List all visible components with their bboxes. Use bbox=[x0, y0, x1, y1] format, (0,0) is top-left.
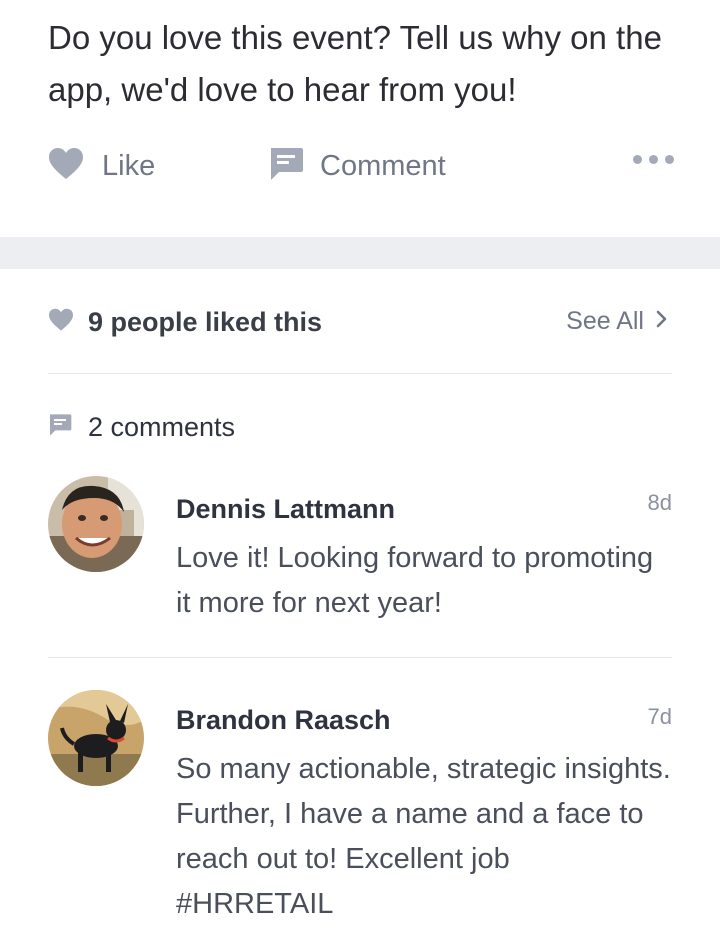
post-actions: Like Comment bbox=[48, 145, 674, 187]
comment-item: Dennis Lattmann 8d Love it! Looking forw… bbox=[48, 464, 672, 658]
more-options-icon[interactable] bbox=[633, 155, 674, 164]
avatar[interactable] bbox=[48, 690, 144, 786]
chevron-right-icon bbox=[656, 310, 668, 333]
see-all-label: See All bbox=[566, 307, 644, 335]
like-label: Like bbox=[102, 149, 156, 182]
comment-text: So many actionable, strategic insights. … bbox=[176, 753, 671, 920]
dot bbox=[649, 155, 658, 164]
comment-icon bbox=[268, 146, 304, 187]
comment-timestamp: 7d bbox=[647, 704, 672, 729]
post-card: Do you love this event? Tell us why on t… bbox=[0, 0, 720, 237]
comment-icon bbox=[48, 413, 72, 442]
comment-timestamp: 8d bbox=[647, 490, 672, 515]
likes-summary[interactable]: 9 people liked this bbox=[48, 307, 322, 338]
dot bbox=[633, 155, 642, 164]
post-text: Do you love this event? Tell us why on t… bbox=[48, 19, 662, 108]
comments-count: 2 comments bbox=[88, 412, 236, 442]
likes-summary-row: 9 people liked this See All bbox=[48, 269, 672, 374]
comment-item: Brandon Raasch 7d So many actionable, st… bbox=[48, 658, 672, 938]
comment-author[interactable]: Brandon Raasch bbox=[176, 705, 391, 736]
heart-icon bbox=[48, 147, 84, 186]
comments-header-inner: 2 comments bbox=[48, 412, 235, 443]
comments-header: 2 comments bbox=[48, 374, 672, 464]
comment-label: Comment bbox=[320, 149, 446, 182]
comment-text: Love it! Looking forward to promoting it… bbox=[176, 542, 654, 619]
comment-button[interactable]: Comment bbox=[268, 145, 720, 187]
section-divider bbox=[0, 237, 720, 269]
avatar[interactable] bbox=[48, 476, 144, 572]
comment-author[interactable]: Dennis Lattmann bbox=[176, 494, 395, 525]
like-button[interactable]: Like bbox=[48, 145, 155, 187]
see-all-link[interactable]: See All bbox=[566, 307, 668, 336]
dot bbox=[665, 155, 674, 164]
likes-count-text: 9 people liked this bbox=[88, 307, 323, 337]
heart-icon bbox=[48, 308, 74, 337]
